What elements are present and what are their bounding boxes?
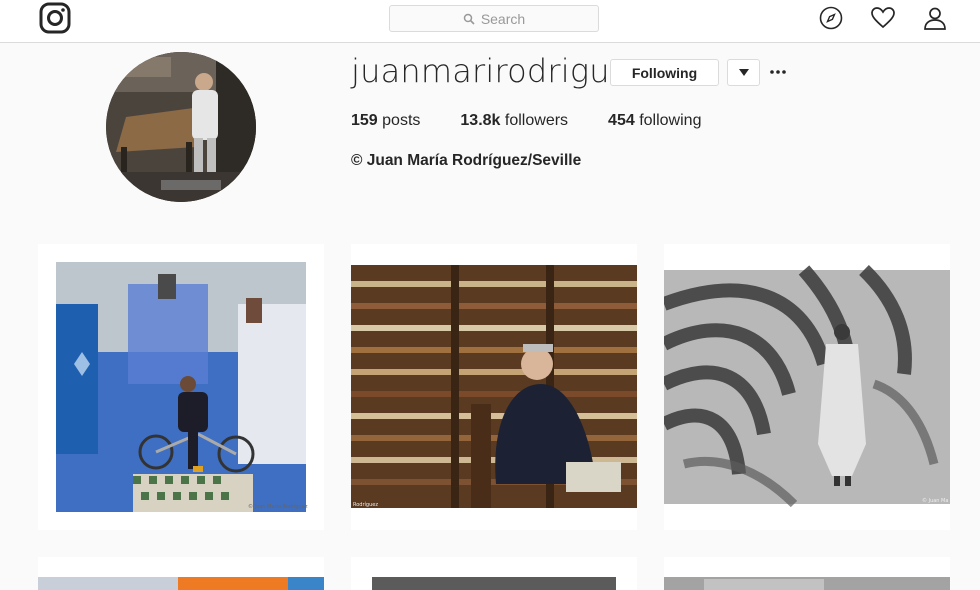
post-3-credit: © Juan Ma xyxy=(922,497,948,504)
more-options-button[interactable] xyxy=(768,60,788,84)
heart-icon[interactable] xyxy=(870,5,896,31)
profile-avatar[interactable] xyxy=(106,52,256,202)
compass-icon[interactable] xyxy=(818,5,844,31)
instagram-logo-icon[interactable] xyxy=(39,2,71,34)
user-icon[interactable] xyxy=(922,5,948,31)
top-nav: Search xyxy=(0,0,980,43)
profile-bio: © Juan María Rodríguez/Seville xyxy=(351,152,582,169)
followers-stat[interactable]: 13.8k followers xyxy=(460,112,568,130)
more-dots-icon xyxy=(770,70,786,74)
profile-stats: 159 posts 13.8k followers 454 following xyxy=(351,112,701,130)
post-2-credit: Rodríguez xyxy=(353,501,378,508)
posts-stat: 159 posts xyxy=(351,112,421,129)
post-thumbnail-4[interactable] xyxy=(38,557,324,590)
following-button[interactable]: Following xyxy=(610,59,719,86)
post-1-credit: © Juan María Rodríguez xyxy=(248,503,308,510)
suggestions-dropdown-button[interactable] xyxy=(727,59,760,86)
profile-username: juanmarirodriguez xyxy=(351,52,647,90)
caret-down-icon xyxy=(738,69,749,76)
following-stat[interactable]: 454 following xyxy=(608,112,701,130)
post-thumbnail-3[interactable]: © Juan Ma xyxy=(664,244,950,530)
search-placeholder: Search xyxy=(480,10,526,27)
post-thumbnail-1[interactable]: © Juan María Rodríguez xyxy=(38,244,324,530)
post-thumbnail-5[interactable] xyxy=(351,557,637,590)
post-thumbnail-6[interactable] xyxy=(664,557,950,590)
search-icon xyxy=(463,13,475,25)
nav-icons xyxy=(818,5,948,31)
post-thumbnail-2[interactable]: Rodríguez xyxy=(351,244,637,530)
search-input[interactable]: Search xyxy=(389,5,599,32)
